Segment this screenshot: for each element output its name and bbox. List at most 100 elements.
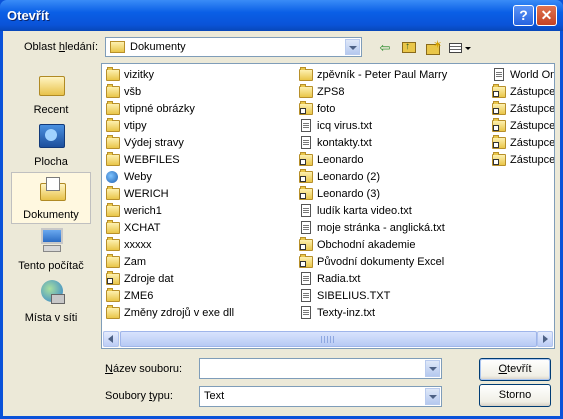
list-item[interactable]: kontakty.txt	[298, 135, 488, 152]
list-item[interactable]: Zástupce	[491, 101, 554, 118]
folder-icon	[106, 84, 120, 98]
list-item[interactable]: zpěvník - Peter Paul Marry	[298, 67, 488, 84]
window-title: Otevřít	[7, 8, 49, 23]
list-item[interactable]: Weby	[105, 169, 295, 186]
file-name: Zástupce	[510, 86, 555, 98]
folder-icon	[106, 203, 120, 217]
title-bar[interactable]: Otevřít ? ✕	[0, 0, 563, 31]
chevron-down-icon[interactable]	[425, 360, 440, 377]
file-column-2: zpěvník - Peter Paul Marry ZPS8 foto icq vi…	[298, 67, 488, 322]
list-item[interactable]: XCHAT	[105, 220, 295, 237]
places-bar: Recent Plocha Dokumenty Tento počítač Mí…	[6, 62, 97, 348]
filename-input[interactable]	[199, 358, 442, 379]
list-item[interactable]: všb	[105, 84, 295, 101]
file-name: zpěvník - Peter Paul Marry	[317, 69, 448, 81]
text-file-icon	[494, 68, 504, 81]
folder-shortcut-icon	[299, 101, 313, 115]
file-name: Zástupce	[510, 137, 555, 149]
list-item[interactable]: Zam	[105, 254, 295, 271]
file-list[interactable]: vizitky všb vtipné obrázky vtipy Výdej strav…	[101, 63, 555, 349]
place-desktop[interactable]: Plocha	[11, 120, 91, 170]
list-item[interactable]: Obchodní akademie	[298, 237, 488, 254]
folder-icon	[299, 84, 313, 98]
folder-icon	[299, 67, 313, 81]
folder-shortcut-icon	[299, 152, 313, 166]
new-folder-icon[interactable]: ✶	[423, 39, 443, 57]
list-item[interactable]: vtipné obrázky	[105, 101, 295, 118]
folder-shortcut-icon	[492, 152, 506, 166]
list-item[interactable]: foto	[298, 101, 488, 118]
folder-icon	[106, 101, 120, 115]
chevron-down-icon[interactable]	[345, 39, 360, 55]
horizontal-scrollbar[interactable]	[103, 331, 553, 347]
web-folder-icon	[106, 171, 118, 183]
place-documents[interactable]: Dokumenty	[11, 172, 91, 224]
close-button[interactable]: ✕	[536, 5, 557, 26]
folder-icon	[106, 220, 120, 234]
list-item[interactable]: World On	[491, 67, 554, 84]
list-item[interactable]: Radia.txt	[298, 271, 488, 288]
folder-shortcut-icon	[299, 254, 313, 268]
place-my-computer[interactable]: Tento počítač	[11, 224, 91, 274]
list-item[interactable]: werich1	[105, 203, 295, 220]
list-item[interactable]: ludík karta video.txt	[298, 203, 488, 220]
list-item[interactable]: WEBFILES	[105, 152, 295, 169]
scroll-right-icon[interactable]	[537, 331, 553, 347]
list-item[interactable]: SIBELIUS.TXT	[298, 288, 488, 305]
list-item[interactable]: Výdej stravy	[105, 135, 295, 152]
file-name: kontakty.txt	[317, 137, 372, 149]
list-item[interactable]: Leonardo (3)	[298, 186, 488, 203]
desktop-icon	[37, 122, 67, 150]
list-item[interactable]: Zástupce	[491, 118, 555, 135]
folder-icon	[106, 254, 120, 268]
list-item[interactable]: Zástupce	[491, 84, 555, 101]
help-button[interactable]: ?	[513, 5, 534, 26]
scroll-thumb[interactable]	[120, 331, 537, 347]
text-file-icon	[301, 136, 311, 149]
back-arrow-icon[interactable]: ⇦	[375, 39, 395, 57]
list-item[interactable]: vizitky	[105, 67, 295, 84]
chevron-down-icon[interactable]	[425, 388, 440, 405]
file-name: SIBELIUS.TXT	[317, 290, 391, 302]
file-name: Leonardo (2)	[317, 171, 380, 183]
file-name: Zdroje dat	[124, 273, 174, 285]
folder-icon	[106, 237, 120, 251]
views-menu-icon[interactable]	[447, 39, 473, 57]
list-item[interactable]: Leonardo (2)	[298, 169, 488, 186]
place-recent[interactable]: Recent	[11, 68, 91, 118]
look-in-value: Dokumenty	[130, 41, 186, 53]
list-item[interactable]: xxxxx	[105, 237, 295, 254]
scroll-left-icon[interactable]	[103, 331, 119, 347]
file-name: Weby	[124, 171, 152, 183]
text-file-icon	[301, 306, 311, 319]
list-item[interactable]: moje stránka - anglická.txt	[298, 220, 488, 237]
list-item[interactable]: Zástupce	[491, 152, 554, 169]
file-name: ZPS8	[317, 86, 345, 98]
file-name: vizitky	[124, 69, 154, 81]
cancel-button[interactable]: Storno	[479, 384, 551, 407]
list-item[interactable]: Původní dokumenty Excel	[298, 254, 488, 271]
folder-icon	[106, 288, 120, 302]
list-item[interactable]: vtipy	[105, 118, 295, 135]
list-item[interactable]: ZPS8	[298, 84, 488, 101]
file-name: Leonardo	[317, 154, 364, 166]
folder-shortcut-icon	[492, 118, 506, 132]
filetype-select[interactable]: Text	[199, 386, 442, 407]
filename-label: Název souboru:	[105, 363, 183, 375]
open-button[interactable]: Otevřít	[479, 358, 551, 381]
file-name: Zástupce	[510, 120, 555, 132]
list-item[interactable]: WERICH	[105, 186, 295, 203]
filetype-label: Soubory typu:	[105, 390, 173, 402]
list-item[interactable]: Leonardo	[298, 152, 488, 169]
up-folder-icon[interactable]: ↑	[399, 39, 419, 57]
list-item[interactable]: Zdroje dat	[105, 271, 295, 288]
place-network[interactable]: Místa v síti	[11, 276, 91, 326]
file-name: moje stránka - anglická.txt	[317, 222, 445, 234]
list-item[interactable]: ZME6	[105, 288, 295, 305]
list-item[interactable]: Texty-inz.txt	[298, 305, 488, 322]
look-in-combo[interactable]: Dokumenty	[105, 37, 362, 57]
list-item[interactable]: icq virus.txt	[298, 118, 488, 135]
list-item[interactable]: Zástupce	[491, 135, 555, 152]
list-item[interactable]: Změny zdrojů v exe dll	[105, 305, 295, 322]
file-name: vtipy	[124, 120, 147, 132]
